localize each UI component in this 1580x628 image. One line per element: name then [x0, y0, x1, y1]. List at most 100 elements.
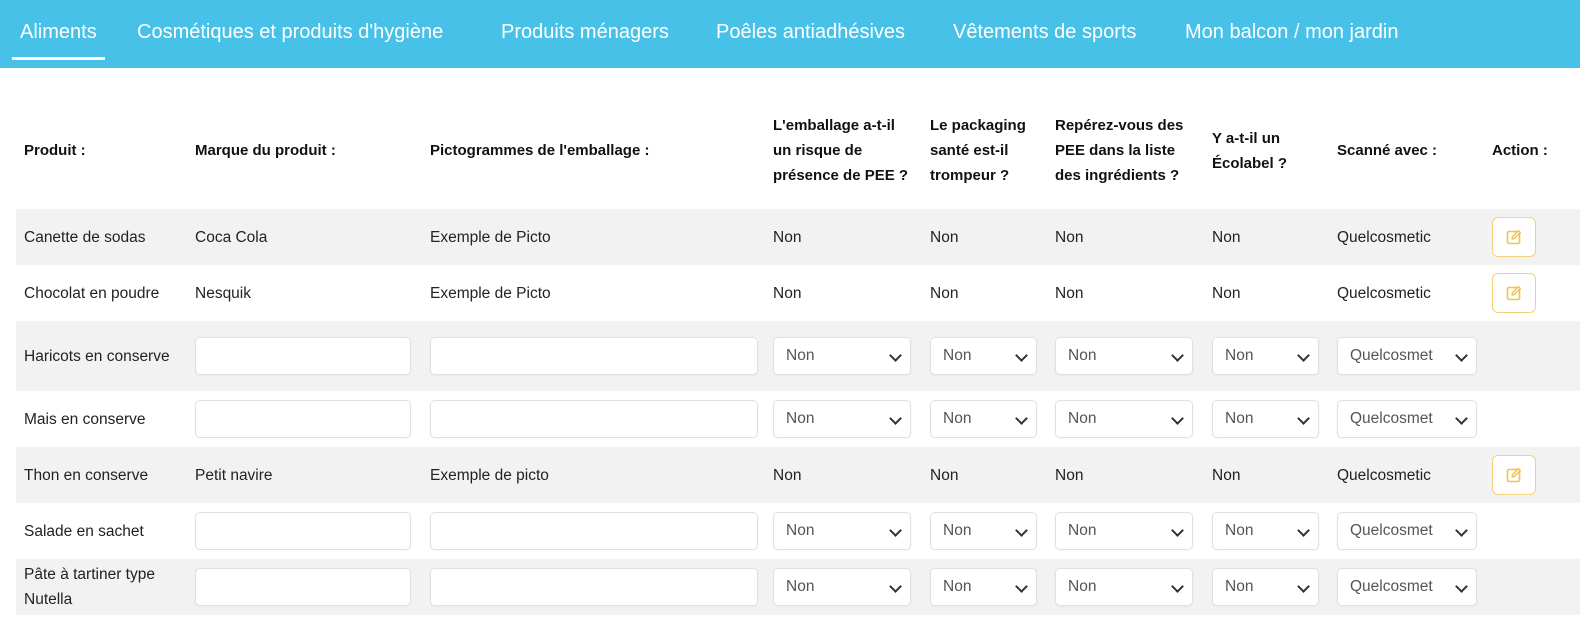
table-header-row: Produit : Marque du produit : Pictogramm… — [16, 92, 1580, 209]
cell-ecolabel: Non — [1204, 559, 1329, 615]
select-value: Non — [1225, 410, 1254, 427]
marque-input[interactable] — [195, 337, 411, 375]
cell-marque: Nesquik — [187, 265, 422, 321]
cell-ecolabel: Non — [1204, 447, 1329, 503]
edit-pencil-icon — [1506, 285, 1522, 301]
ecolabel-select[interactable]: Non — [1212, 337, 1319, 375]
pictogrammes-input[interactable] — [430, 568, 758, 606]
cell-risque-pee: Non — [765, 265, 922, 321]
risque-pee-select[interactable]: Non — [773, 512, 911, 550]
chevron-down-icon — [1455, 349, 1468, 362]
select-value: Non — [786, 578, 815, 595]
cell-pictogrammes — [422, 391, 765, 447]
chevron-down-icon — [1015, 349, 1028, 362]
marque-input[interactable] — [195, 568, 411, 606]
cell-packaging-trompeur: Non — [922, 447, 1047, 503]
scanne-avec-select[interactable]: Quelcosmet — [1337, 512, 1477, 550]
marque-input[interactable] — [195, 400, 411, 438]
tab-aliments[interactable]: Aliments — [12, 0, 105, 68]
cell-risque-pee: Non — [765, 321, 922, 391]
cell-scanne-avec: Quelcosmetic — [1329, 209, 1484, 265]
col-header-pictogrammes: Pictogrammes de l'emballage : — [430, 142, 650, 159]
select-value: Non — [1225, 347, 1254, 364]
select-value: Quelcosmet — [1350, 347, 1433, 364]
cell-action — [1484, 321, 1580, 391]
risque-pee-select[interactable]: Non — [773, 400, 911, 438]
cell-pictogrammes — [422, 503, 765, 559]
col-header-marque: Marque du produit : — [195, 142, 336, 159]
chevron-down-icon — [889, 349, 902, 362]
pee-ingredients-select[interactable]: Non — [1055, 512, 1193, 550]
cell-pee-ingredients: Non — [1047, 265, 1204, 321]
chevron-down-icon — [1171, 524, 1184, 537]
col-header-produit: Produit : — [24, 142, 86, 159]
cell-pee-ingredients: Non — [1047, 559, 1204, 615]
table-row: Haricots en conserve Non Non Non Non Que… — [16, 321, 1580, 391]
chevron-down-icon — [1171, 349, 1184, 362]
pee-ingredients-select[interactable]: Non — [1055, 400, 1193, 438]
col-header-action: Action : — [1492, 142, 1548, 159]
cell-marque — [187, 559, 422, 615]
col-header-scanne-avec: Scanné avec : — [1337, 142, 1438, 159]
select-value: Non — [943, 578, 972, 595]
tab-poeles-antiadhesives[interactable]: Poêles antiadhésives — [716, 0, 905, 68]
chevron-down-icon — [1455, 524, 1468, 537]
ecolabel-select[interactable]: Non — [1212, 400, 1319, 438]
edit-button[interactable] — [1492, 455, 1536, 495]
tab-balcon-jardin[interactable]: Mon balcon / mon jardin — [1185, 0, 1398, 68]
cell-pictogrammes — [422, 559, 765, 615]
risque-pee-select[interactable]: Non — [773, 568, 911, 606]
edit-pencil-icon — [1506, 467, 1522, 483]
cell-pee-ingredients: Non — [1047, 321, 1204, 391]
cell-scanne-avec: Quelcosmetic — [1329, 265, 1484, 321]
cell-risque-pee: Non — [765, 391, 922, 447]
cell-scanne-avec: Quelcosmet — [1329, 559, 1484, 615]
table-row: Mais en conserve Non Non Non Non Quelcos… — [16, 391, 1580, 447]
edit-button[interactable] — [1492, 217, 1536, 257]
col-header-packaging-trompeur: Le packaging santé est-il trompeur ? — [930, 117, 1026, 184]
ecolabel-select[interactable]: Non — [1212, 568, 1319, 606]
risque-pee-select[interactable]: Non — [773, 337, 911, 375]
ecolabel-select[interactable]: Non — [1212, 512, 1319, 550]
pictogrammes-input[interactable] — [430, 512, 758, 550]
col-header-risque-pee: L'emballage a-t-il un risque de présence… — [773, 117, 909, 184]
packaging-trompeur-select[interactable]: Non — [930, 400, 1037, 438]
select-value: Non — [943, 522, 972, 539]
tab-vetements-sports[interactable]: Vêtements de sports — [953, 0, 1136, 68]
select-value: Non — [1225, 522, 1254, 539]
cell-ecolabel: Non — [1204, 321, 1329, 391]
cell-produit: Haricots en conserve — [16, 321, 187, 391]
cell-risque-pee: Non — [765, 209, 922, 265]
pictogrammes-input[interactable] — [430, 400, 758, 438]
packaging-trompeur-select[interactable]: Non — [930, 337, 1037, 375]
cell-pee-ingredients: Non — [1047, 447, 1204, 503]
chevron-down-icon — [1297, 349, 1310, 362]
cell-pee-ingredients: Non — [1047, 503, 1204, 559]
cell-ecolabel: Non — [1204, 265, 1329, 321]
pictogrammes-input[interactable] — [430, 337, 758, 375]
cell-packaging-trompeur: Non — [922, 559, 1047, 615]
cell-produit: Chocolat en poudre — [16, 265, 187, 321]
scanne-avec-select[interactable]: Quelcosmet — [1337, 568, 1477, 606]
tab-produits-menagers[interactable]: Produits ménagers — [501, 0, 669, 68]
cell-pictogrammes: Exemple de Picto — [422, 209, 765, 265]
chevron-down-icon — [1297, 580, 1310, 593]
marque-input[interactable] — [195, 512, 411, 550]
cell-risque-pee: Non — [765, 559, 922, 615]
products-table: Produit : Marque du produit : Pictogramm… — [16, 92, 1580, 615]
packaging-trompeur-select[interactable]: Non — [930, 512, 1037, 550]
chevron-down-icon — [889, 412, 902, 425]
pee-ingredients-select[interactable]: Non — [1055, 568, 1193, 606]
scanne-avec-select[interactable]: Quelcosmet — [1337, 337, 1477, 375]
cell-pee-ingredients: Non — [1047, 209, 1204, 265]
scanne-avec-select[interactable]: Quelcosmet — [1337, 400, 1477, 438]
pee-ingredients-select[interactable]: Non — [1055, 337, 1193, 375]
select-value: Non — [786, 410, 815, 427]
tab-cosmetiques[interactable]: Cosmétiques et produits d'hygiène — [137, 0, 443, 68]
edit-button[interactable] — [1492, 273, 1536, 313]
select-value: Non — [1068, 347, 1097, 364]
cell-action — [1484, 209, 1580, 265]
table-row: Salade en sachet Non Non Non Non Quelcos… — [16, 503, 1580, 559]
packaging-trompeur-select[interactable]: Non — [930, 568, 1037, 606]
cell-produit: Canette de sodas — [16, 209, 187, 265]
